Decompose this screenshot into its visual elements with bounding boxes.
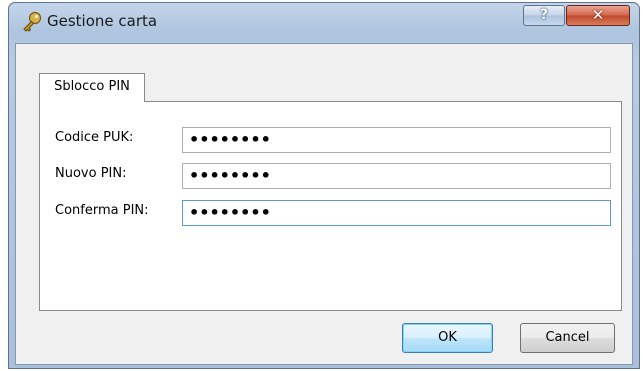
help-button[interactable]: ? bbox=[523, 5, 565, 26]
dialog-client-area: Sblocco PIN Codice PUK: •••••••• Nuovo P… bbox=[15, 43, 633, 365]
close-button[interactable]: ✕ bbox=[566, 5, 630, 26]
cancel-button[interactable]: Cancel bbox=[520, 323, 615, 353]
ok-button[interactable]: OK bbox=[402, 323, 493, 353]
title-bar[interactable]: Gestione carta ? ✕ bbox=[9, 3, 639, 43]
close-icon: ✕ bbox=[591, 6, 605, 24]
key-icon bbox=[21, 11, 43, 33]
tab-panel: Codice PUK: •••••••• Nuovo PIN: ••••••••… bbox=[39, 101, 622, 311]
dialog-window: Gestione carta ? ✕ Sblocco PIN Codice PU… bbox=[8, 2, 640, 369]
new-pin-field[interactable]: •••••••• bbox=[182, 163, 611, 189]
window-title: Gestione carta bbox=[47, 12, 158, 30]
puk-label: Codice PUK: bbox=[55, 130, 134, 145]
puk-field[interactable]: •••••••• bbox=[182, 127, 611, 153]
confirm-pin-field[interactable]: •••••••• bbox=[182, 200, 611, 226]
confirm-pin-label: Conferma PIN: bbox=[55, 203, 149, 218]
tab-sblocco-pin[interactable]: Sblocco PIN bbox=[39, 73, 145, 102]
new-pin-label: Nuovo PIN: bbox=[55, 166, 127, 181]
tab-label: Sblocco PIN bbox=[54, 79, 130, 94]
